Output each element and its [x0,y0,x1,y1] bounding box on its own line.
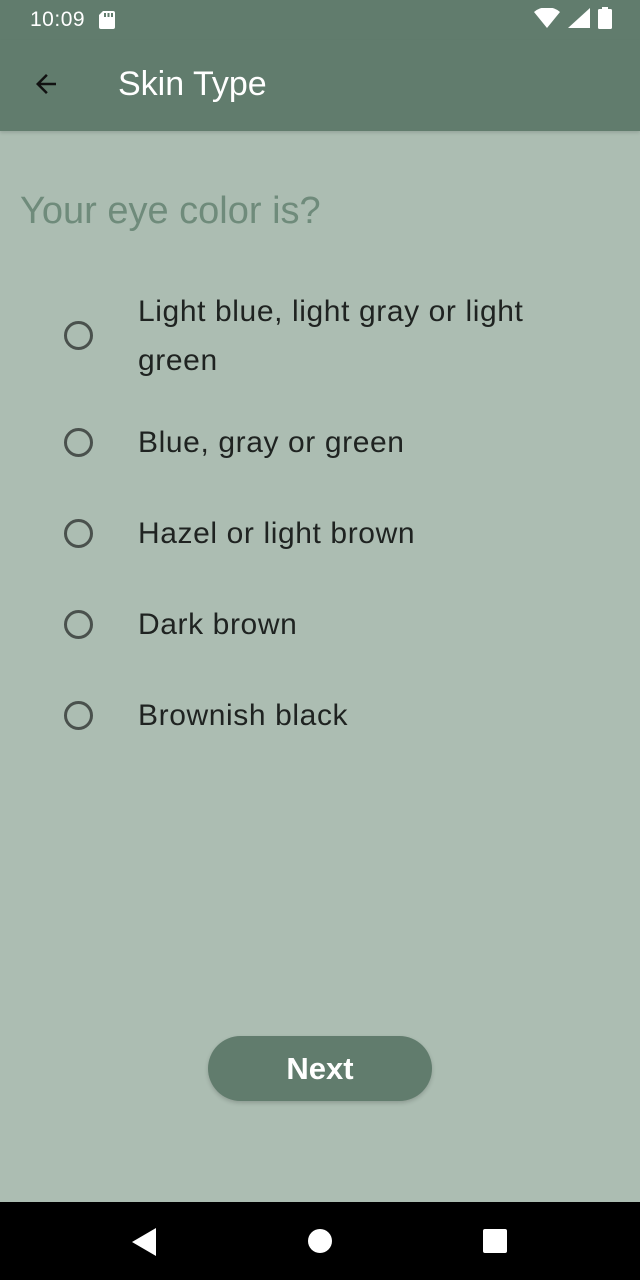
option-brownish-black[interactable]: Brownish black [0,689,640,745]
next-button[interactable]: Next [208,1036,432,1101]
sd-card-icon [99,11,116,29]
nav-recents-icon[interactable] [483,1229,507,1258]
radio-button[interactable] [64,701,93,730]
status-time: 10:09 [30,8,86,31]
option-blue-gray[interactable]: Blue, gray or green [0,416,640,472]
option-dark-brown[interactable]: Dark brown [0,598,640,654]
option-hazel[interactable]: Hazel or light brown [0,507,640,563]
nav-home-icon[interactable] [308,1229,332,1258]
option-label: Blue, gray or green [138,426,405,459]
app-bar: Skin Type [0,40,640,131]
option-label: Brownish black [138,699,349,732]
question-heading: Your eye color is? [20,190,321,232]
wifi-icon [534,6,560,33]
cell-signal-icon [568,7,590,33]
option-label: Hazel or light brown [138,517,416,550]
battery-icon [598,6,612,34]
option-light-blue[interactable]: Light blue, light gray or light green [0,282,640,390]
radio-button[interactable] [64,519,93,548]
back-button[interactable] [22,64,70,108]
option-label: Light blue, light gray or light green [138,295,524,377]
radio-button[interactable] [64,428,93,457]
radio-button[interactable] [64,610,93,639]
status-icons [534,6,612,34]
arrow-back-icon [31,69,61,104]
system-nav-bar [0,1202,640,1280]
nav-back-icon[interactable] [132,1228,158,1261]
status-bar: 10:09 [0,0,640,40]
option-label: Dark brown [138,608,298,641]
page-title: Skin Type [118,65,267,103]
radio-button[interactable] [64,321,93,350]
